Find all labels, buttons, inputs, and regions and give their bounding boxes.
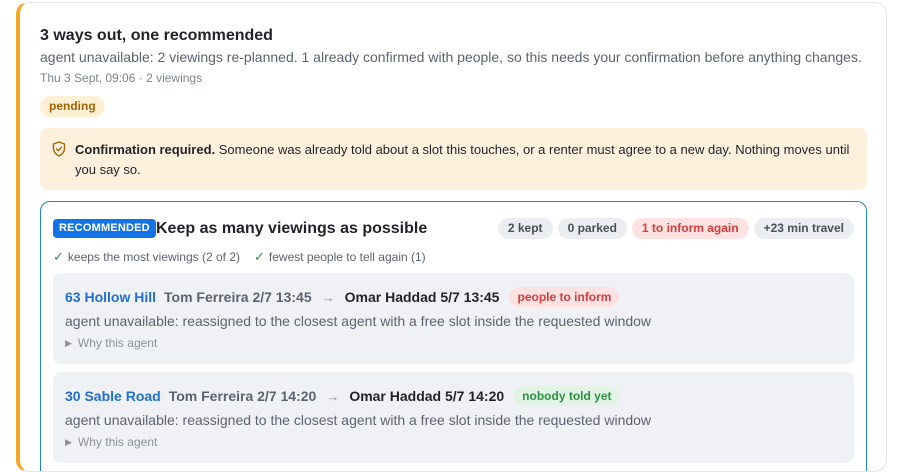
caret-right-icon: ▶	[65, 436, 72, 447]
benefit-text: fewest people to tell again (1)	[268, 250, 426, 264]
card-description: agent unavailable: 2 viewings re-planned…	[40, 49, 862, 65]
replan-card: 3 ways out, one recommended agent unavai…	[16, 2, 887, 472]
check-icon: ✓	[253, 249, 265, 264]
reassign-note: agent unavailable: reassigned to the clo…	[65, 313, 652, 329]
option-benefits: ✓ keeps the most viewings (2 of 2) ✓ few…	[53, 249, 426, 265]
reassign-note: agent unavailable: reassigned to the clo…	[65, 412, 652, 428]
shield-icon	[52, 141, 66, 157]
card-title: 3 ways out, one recommended	[40, 27, 273, 44]
new-slot: Omar Haddad 5/7 13:45	[344, 289, 500, 305]
benefit-item: ✓ fewest people to tell again (1)	[254, 249, 426, 265]
benefit-item: ✓ keeps the most viewings (2 of 2)	[53, 249, 240, 265]
status-badge: nobody told yet	[514, 386, 620, 406]
card-meta: Thu 3 Sept, 09:06 · 2 viewings	[40, 71, 203, 85]
caret-right-icon: ▶	[65, 337, 72, 348]
viewing-row: 30 Sable Road Tom Ferreira 2/7 14:20 → O…	[53, 372, 854, 463]
property-link[interactable]: 30 Sable Road	[65, 388, 161, 404]
status-badge: pending	[40, 96, 105, 117]
why-agent-label: Why this agent	[77, 336, 158, 350]
original-slot: Tom Ferreira 2/7 14:20	[168, 388, 317, 404]
arrow-right-icon: →	[321, 289, 335, 305]
new-slot: Omar Haddad 5/7 14:20	[349, 388, 505, 404]
stat-kept: 2 kept	[497, 218, 553, 239]
why-agent-toggle[interactable]: ▶ Why this agent	[65, 435, 157, 449]
arrow-right-icon: →	[326, 388, 340, 404]
stat-parked: 0 parked	[557, 218, 627, 239]
confirmation-text: Confirmation required. Someone was alrea…	[75, 140, 855, 180]
why-agent-label: Why this agent	[77, 435, 158, 449]
check-icon: ✓	[53, 249, 64, 264]
recommended-option[interactable]: RECOMMENDED Keep as many viewings as pos…	[40, 201, 867, 471]
confirmation-banner: Confirmation required. Someone was alrea…	[40, 128, 867, 190]
option-stats: 2 kept 0 parked 1 to inform again +23 mi…	[497, 218, 854, 239]
viewing-row: 63 Hollow Hill Tom Ferreira 2/7 13:45 → …	[53, 273, 854, 364]
stat-inform-again: 1 to inform again	[631, 218, 749, 239]
recommended-badge: RECOMMENDED	[53, 219, 156, 238]
original-slot: Tom Ferreira 2/7 13:45	[164, 289, 312, 305]
property-link[interactable]: 63 Hollow Hill	[65, 289, 156, 305]
benefit-text: keeps the most viewings (2 of 2)	[67, 250, 240, 264]
option-title: Keep as many viewings as possible	[156, 220, 428, 237]
confirmation-title: Confirmation required.	[75, 142, 216, 157]
why-agent-toggle[interactable]: ▶ Why this agent	[65, 336, 157, 350]
status-badge: people to inform	[509, 287, 620, 307]
stat-travel: +23 min travel	[753, 218, 854, 239]
